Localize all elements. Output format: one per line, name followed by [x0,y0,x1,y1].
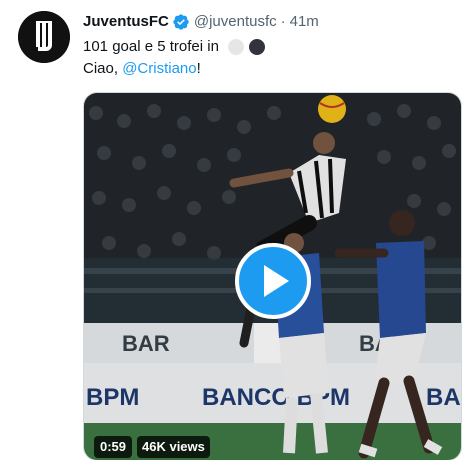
tweet-text-prefix: Ciao, [83,60,123,77]
white-circle-icon [227,39,244,55]
tweet-text-line-2: Ciao, @Cristiano ! [83,58,265,80]
juventus-avatar[interactable] [18,11,70,63]
separator-dot: · [280,13,286,30]
mention-link[interactable]: @Cristiano [122,58,196,80]
play-button[interactable] [235,243,311,319]
black-circle-icon [248,39,265,55]
tweet-timestamp[interactable]: 41m [290,12,319,32]
tweet-card[interactable]: JuventusFC @juventusfc · 41m 101 goal e … [0,0,474,460]
verified-badge-icon [173,14,189,30]
author-handle[interactable]: @juventusfc [194,12,277,32]
tweet-text-suffix: ! [196,60,201,77]
video-player[interactable]: BAR BAR BPM BANCO BPM BA [83,92,462,460]
tweet-text-body: 101 goal e 5 trofei in [83,38,219,55]
juventus-logo-icon [18,11,70,63]
play-icon [264,265,289,297]
display-name[interactable]: JuventusFC [83,12,169,32]
video-duration: 0:59 [94,436,133,458]
video-view-count: 46K views [137,436,210,458]
tweet-text: 101 goal e 5 trofei in Ciao, @Cristiano … [83,36,265,80]
tweet-text-line-1: 101 goal e 5 trofei in [83,36,265,58]
tweet-header: JuventusFC @juventusfc · 41m [83,12,319,32]
